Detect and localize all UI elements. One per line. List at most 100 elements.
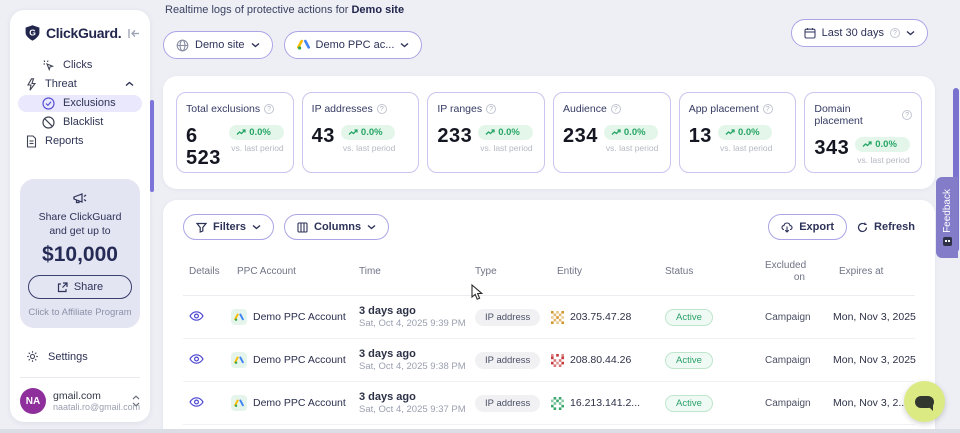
stat-label: IP addresses bbox=[312, 103, 373, 115]
sidebar-item-reports[interactable]: Reports bbox=[18, 133, 142, 150]
details-eye-button[interactable] bbox=[183, 354, 204, 364]
export-button[interactable]: Export bbox=[768, 214, 847, 240]
col-details: Details bbox=[183, 266, 231, 278]
filters-label: Filters bbox=[213, 221, 246, 233]
date-range-dropdown[interactable]: Last 30 days ? bbox=[791, 19, 928, 47]
identicon bbox=[551, 354, 564, 367]
columns-dropdown[interactable]: Columns bbox=[284, 214, 389, 240]
refresh-icon bbox=[857, 222, 868, 233]
stat-card-ip-ranges: IP ranges? 233 0.0% vs. last period bbox=[427, 92, 545, 173]
affiliate-promo-card: Share ClickGuard and get up to $10,000 S… bbox=[20, 179, 140, 328]
status-cell: Active bbox=[659, 352, 759, 369]
help-icon[interactable]: ? bbox=[763, 104, 773, 114]
eye-icon bbox=[189, 397, 204, 407]
google-ads-icon bbox=[231, 395, 247, 411]
google-ads-icon bbox=[231, 309, 247, 325]
time-cell: 3 days agoSat, Oct 4, 2025 9:39 PM bbox=[353, 305, 469, 329]
stat-card-ip-addresses: IP addresses? 43 0.0% vs. last period bbox=[302, 92, 420, 173]
brand-name: ClickGuard. bbox=[46, 25, 123, 41]
sidebar-item-blacklist[interactable]: Blacklist bbox=[18, 114, 142, 131]
external-link-icon bbox=[57, 282, 68, 293]
sidebar-item-threat[interactable]: Threat bbox=[18, 76, 142, 93]
sidebar-item-label: Blacklist bbox=[63, 116, 103, 128]
sidebar-collapse-icon[interactable] bbox=[128, 28, 140, 39]
table-row: Demo PPC Account 3 days agoSat, Oct 4, 2… bbox=[183, 339, 915, 382]
sidebar-scrollbar[interactable] bbox=[150, 100, 154, 192]
stats-panel: Total exclusions? 6 523 0.0% vs. last pe… bbox=[163, 76, 935, 189]
share-button[interactable]: Share bbox=[28, 275, 132, 299]
date-range-value: Last 30 days bbox=[822, 27, 884, 39]
ban-icon bbox=[42, 116, 55, 129]
feedback-tab[interactable]: Feedback bbox=[936, 177, 958, 258]
stat-caption: vs. last period bbox=[341, 140, 395, 153]
col-entity: Entity bbox=[551, 266, 659, 278]
ppc-account-dropdown[interactable]: Demo PPC ac... bbox=[284, 31, 423, 59]
table-header: Details PPC Account Time Type Entity Sta… bbox=[183, 260, 915, 296]
help-icon[interactable]: ? bbox=[377, 104, 387, 114]
trend-up-icon bbox=[236, 129, 246, 136]
lightning-icon bbox=[26, 78, 37, 91]
site-filter-dropdown[interactable]: Demo site bbox=[163, 31, 273, 59]
ppc-account-value: Demo PPC ac... bbox=[316, 39, 395, 51]
excluded-on-cell: Campaign bbox=[759, 355, 821, 366]
type-cell: IP address bbox=[469, 309, 551, 326]
ppc-account-cell: Demo PPC Account bbox=[231, 395, 353, 411]
cursor-click-icon bbox=[42, 59, 55, 72]
user-name: gmail.com bbox=[53, 390, 125, 402]
stat-value: 43 bbox=[312, 125, 335, 147]
chevron-down-icon bbox=[251, 42, 260, 48]
stat-trend-badge: 0.0% bbox=[478, 125, 532, 140]
trend-up-icon bbox=[862, 141, 872, 148]
settings-label: Settings bbox=[48, 351, 88, 363]
chevron-down-icon bbox=[252, 224, 261, 230]
expires-at-cell: Mon, Nov 3, 2... bbox=[821, 397, 915, 409]
refresh-button[interactable]: Refresh bbox=[857, 221, 915, 233]
help-icon[interactable]: ? bbox=[890, 28, 900, 38]
clickguard-logo-icon: G bbox=[24, 24, 41, 42]
entity-cell: 16.213.141.2... bbox=[551, 397, 659, 410]
col-status: Status bbox=[659, 266, 759, 278]
stat-value: 343 bbox=[814, 137, 849, 159]
stat-caption: vs. last period bbox=[855, 152, 909, 165]
chevron-down-icon bbox=[906, 30, 915, 36]
ppc-account-cell: Demo PPC Account bbox=[231, 352, 353, 368]
details-eye-button[interactable] bbox=[183, 311, 204, 321]
sidebar-item-clicks[interactable]: Clicks bbox=[18, 57, 142, 74]
help-icon[interactable]: ? bbox=[486, 104, 496, 114]
account-switcher[interactable]: NA gmail.com naatali.ro@gmail.com bbox=[18, 388, 142, 414]
sidebar-item-settings[interactable]: Settings bbox=[18, 350, 142, 363]
time-cell: 3 days agoSat, Oct 4, 2025 9:38 PM bbox=[353, 348, 469, 372]
details-eye-button[interactable] bbox=[183, 397, 204, 407]
select-chevrons-icon bbox=[132, 395, 140, 407]
help-icon[interactable]: ? bbox=[611, 104, 621, 114]
help-icon[interactable]: ? bbox=[264, 104, 274, 114]
excluded-on-cell: Campaign bbox=[759, 312, 821, 323]
trend-up-icon bbox=[348, 129, 358, 136]
page-title-prefix: Realtime logs of protective actions for bbox=[165, 4, 351, 16]
calendar-icon bbox=[804, 27, 816, 39]
stat-caption: vs. last period bbox=[229, 140, 283, 153]
window-bottom-edge bbox=[0, 429, 960, 433]
chevron-down-icon bbox=[400, 42, 409, 48]
sidebar-item-exclusions[interactable]: Exclusions bbox=[18, 95, 142, 112]
logs-panel: Filters Columns Export Refresh Details P… bbox=[163, 200, 935, 433]
stat-caption: vs. last period bbox=[478, 140, 532, 153]
entity-cell: 208.80.44.26 bbox=[551, 354, 659, 367]
stat-value: 233 bbox=[437, 125, 472, 147]
stat-card-app-placement: App placement? 13 0.0% vs. last period bbox=[679, 92, 797, 173]
document-icon bbox=[26, 135, 37, 148]
stat-trend-badge: 0.0% bbox=[718, 125, 772, 140]
google-ads-icon bbox=[297, 39, 310, 51]
help-icon[interactable]: ? bbox=[902, 110, 912, 120]
identicon bbox=[551, 311, 564, 324]
promo-text: Share ClickGuard and get up to bbox=[28, 206, 132, 240]
export-label: Export bbox=[799, 221, 834, 233]
stat-trend-badge: 0.0% bbox=[855, 137, 909, 152]
check-circle-icon bbox=[42, 97, 55, 110]
trend-up-icon bbox=[725, 129, 735, 136]
filters-dropdown[interactable]: Filters bbox=[183, 214, 274, 240]
chat-widget-button[interactable] bbox=[904, 381, 945, 422]
svg-text:G: G bbox=[29, 27, 36, 37]
col-ppc-account: PPC Account bbox=[231, 266, 353, 278]
expires-at-cell: Mon, Nov 3, 2025 bbox=[821, 311, 916, 323]
